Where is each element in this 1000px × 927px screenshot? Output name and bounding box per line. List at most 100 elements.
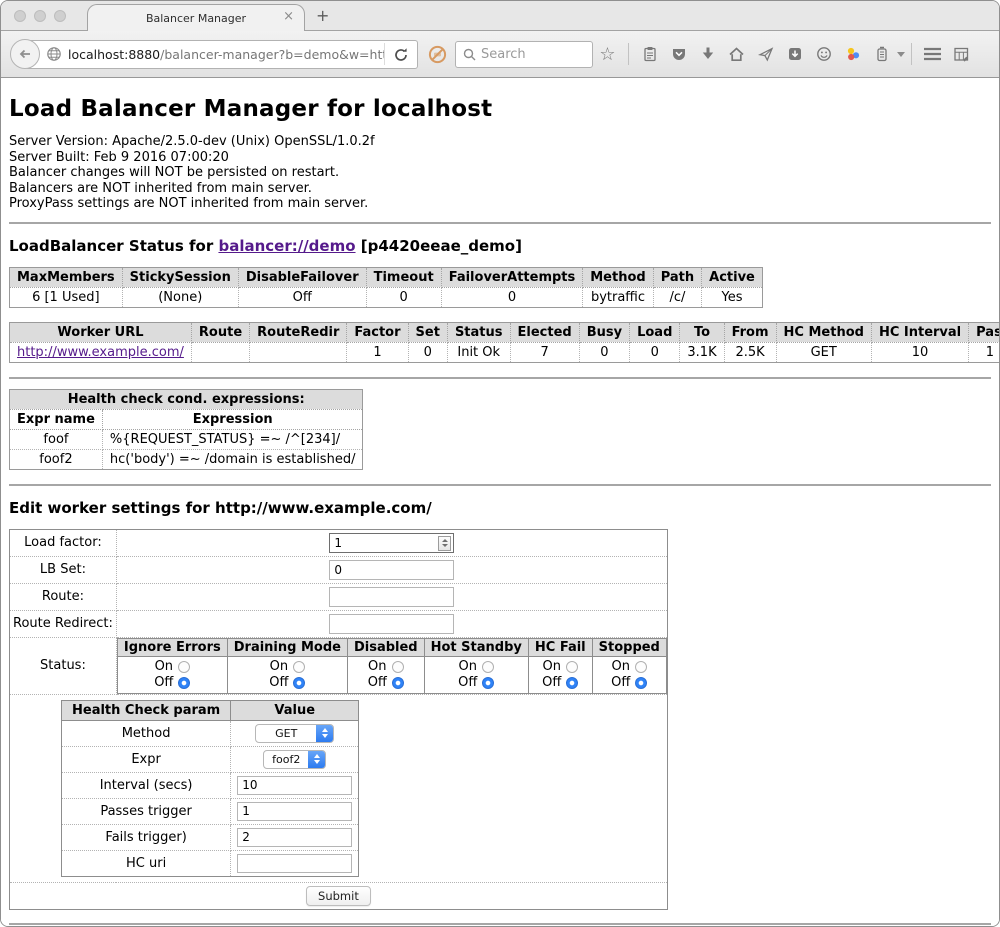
feedback-smiley-icon[interactable] xyxy=(809,39,838,69)
persist-notice-line: Balancer changes will NOT be persisted o… xyxy=(9,165,991,181)
expr-row: foof2 hc('body') =~ /domain is establish… xyxy=(10,449,363,469)
url-bar[interactable]: localhost:8880/balancer-manager?b=demo&w… xyxy=(25,40,418,69)
fails-input[interactable] xyxy=(237,828,352,847)
expr-table: Health check cond. expressions: Expr nam… xyxy=(9,389,363,470)
close-window-button[interactable] xyxy=(14,10,26,22)
worker-url-link[interactable]: http://www.example.com/ xyxy=(17,345,184,360)
hc-uri-input[interactable] xyxy=(237,854,352,873)
search-input[interactable] xyxy=(481,47,576,62)
draining-mode-radios: On Off xyxy=(227,656,347,693)
hc-fail-on-radio[interactable] xyxy=(566,661,578,673)
balancer-demo-link[interactable]: balancer://demo xyxy=(218,237,355,255)
server-version-line: Server Version: Apache/2.5.0-dev (Unix) … xyxy=(9,134,991,150)
overflow-caret-icon[interactable] xyxy=(897,52,905,57)
url-text[interactable]: localhost:8880/balancer-manager?b=demo&w… xyxy=(68,47,384,62)
downloads-icon[interactable] xyxy=(693,39,722,69)
cell-status: Init Ok xyxy=(447,342,510,362)
search-box[interactable] xyxy=(455,41,593,68)
fails-label: Fails trigger) xyxy=(62,824,231,850)
method-label: Method xyxy=(62,720,231,746)
disabled-off-radio[interactable] xyxy=(392,677,404,689)
route-redirect-label: Route Redirect: xyxy=(10,610,117,637)
header-cell: Method xyxy=(583,267,653,287)
reload-button[interactable] xyxy=(384,43,411,65)
expr-table-title: Health check cond. expressions: xyxy=(10,389,363,409)
reading-list-icon[interactable] xyxy=(635,39,664,69)
disabled-on-radio[interactable] xyxy=(392,661,404,673)
draining-mode-off-radio[interactable] xyxy=(293,677,305,689)
edit-worker-form: Load factor: LB Set: Route: xyxy=(9,529,668,910)
header-cell: Route xyxy=(191,322,249,342)
cell-set: 0 xyxy=(408,342,447,362)
passes-input[interactable] xyxy=(237,802,352,821)
draining-mode-on-radio[interactable] xyxy=(293,661,305,673)
heading-suffix: [p4420eeae_demo] xyxy=(356,237,522,255)
hot-standby-on-radio[interactable] xyxy=(482,661,494,673)
table-tool-extension-icon[interactable] xyxy=(947,39,976,69)
search-icon xyxy=(463,48,476,61)
cell-maxmembers: 6 [1 Used] xyxy=(10,287,123,307)
expr-header-row: Expr name Expression xyxy=(10,409,363,429)
back-button[interactable] xyxy=(10,39,40,69)
palette-extension-icon[interactable] xyxy=(838,39,867,69)
cell-expression: %{REQUEST_STATUS} =~ /^[234]/ xyxy=(102,429,363,449)
url-path: /balancer-manager?b=demo&w=http://www.ex… xyxy=(160,47,384,62)
pocket-icon[interactable] xyxy=(664,39,693,69)
expr-select[interactable]: foof2 xyxy=(263,750,326,769)
table-header-row: Worker URL Route RouteRedir Factor Set S… xyxy=(10,322,1000,342)
expr-row: foof %{REQUEST_STATUS} =~ /^[234]/ xyxy=(10,429,363,449)
hc-header-row: Health Check param Value xyxy=(62,700,359,720)
header-cell: Elected xyxy=(510,322,579,342)
method-select[interactable]: GET xyxy=(255,724,334,743)
menu-hamburger-icon[interactable] xyxy=(918,39,947,69)
cell-to: 3.1K xyxy=(680,342,724,362)
ignore-errors-off-radio[interactable] xyxy=(178,677,190,689)
tab-close-icon[interactable]: × xyxy=(283,10,294,23)
stopped-on-radio[interactable] xyxy=(635,661,647,673)
minimize-window-button[interactable] xyxy=(34,10,46,22)
cell-disablefailover: Off xyxy=(238,287,366,307)
traffic-lights xyxy=(14,10,66,22)
cell-active: Yes xyxy=(702,287,763,307)
interval-input[interactable] xyxy=(237,776,352,795)
hc-uri-label: HC uri xyxy=(62,850,231,876)
page-title: Load Balancer Manager for localhost xyxy=(9,96,991,122)
hc-uri-cell xyxy=(231,850,359,876)
tab-title: Balancer Manager xyxy=(146,12,246,25)
table-header-row: MaxMembers StickySession DisableFailover… xyxy=(10,267,763,287)
submit-button[interactable]: Submit xyxy=(306,886,371,906)
header-cell: HC Interval xyxy=(871,322,968,342)
container-extension-icon[interactable] xyxy=(867,39,896,69)
globe-icon xyxy=(46,46,62,62)
status-col-draining-mode: Draining Mode xyxy=(227,638,347,656)
header-cell: Path xyxy=(653,267,701,287)
hc-row-interval: Interval (secs) xyxy=(62,772,359,798)
download-extension-icon[interactable] xyxy=(780,39,809,69)
zoom-window-button[interactable] xyxy=(54,10,66,22)
method-select-value: GET xyxy=(256,725,316,742)
stopped-off-radio[interactable] xyxy=(635,677,647,689)
ignore-errors-on-radio[interactable] xyxy=(178,661,190,673)
bookmark-star-icon[interactable]: ☆ xyxy=(593,39,622,69)
submit-cell: Submit xyxy=(10,882,668,909)
send-page-icon[interactable] xyxy=(751,39,780,69)
hot-standby-off-radio[interactable] xyxy=(482,677,494,689)
lb-set-input[interactable] xyxy=(329,560,454,580)
header-cell: Timeout xyxy=(366,267,441,287)
cell-load: 0 xyxy=(630,342,680,362)
stepper-arrows-icon[interactable] xyxy=(438,536,451,551)
cell-expr-name: foof xyxy=(10,429,103,449)
expr-select-value: foof2 xyxy=(264,751,308,768)
method-cell: GET xyxy=(231,720,359,746)
route-redirect-input[interactable] xyxy=(329,614,454,634)
tab-balancer-manager[interactable]: Balancer Manager × xyxy=(87,4,305,31)
header-cell: HC Method xyxy=(776,322,871,342)
load-factor-input[interactable] xyxy=(329,533,454,553)
new-tab-button[interactable]: + xyxy=(316,6,329,25)
home-icon[interactable] xyxy=(722,39,751,69)
content-blocker-button[interactable] xyxy=(428,45,447,64)
hc-fail-off-radio[interactable] xyxy=(566,677,578,689)
server-built-line: Server Built: Feb 9 2016 07:00:20 xyxy=(9,150,991,166)
off-label: Off xyxy=(542,675,561,690)
route-input[interactable] xyxy=(329,587,454,607)
